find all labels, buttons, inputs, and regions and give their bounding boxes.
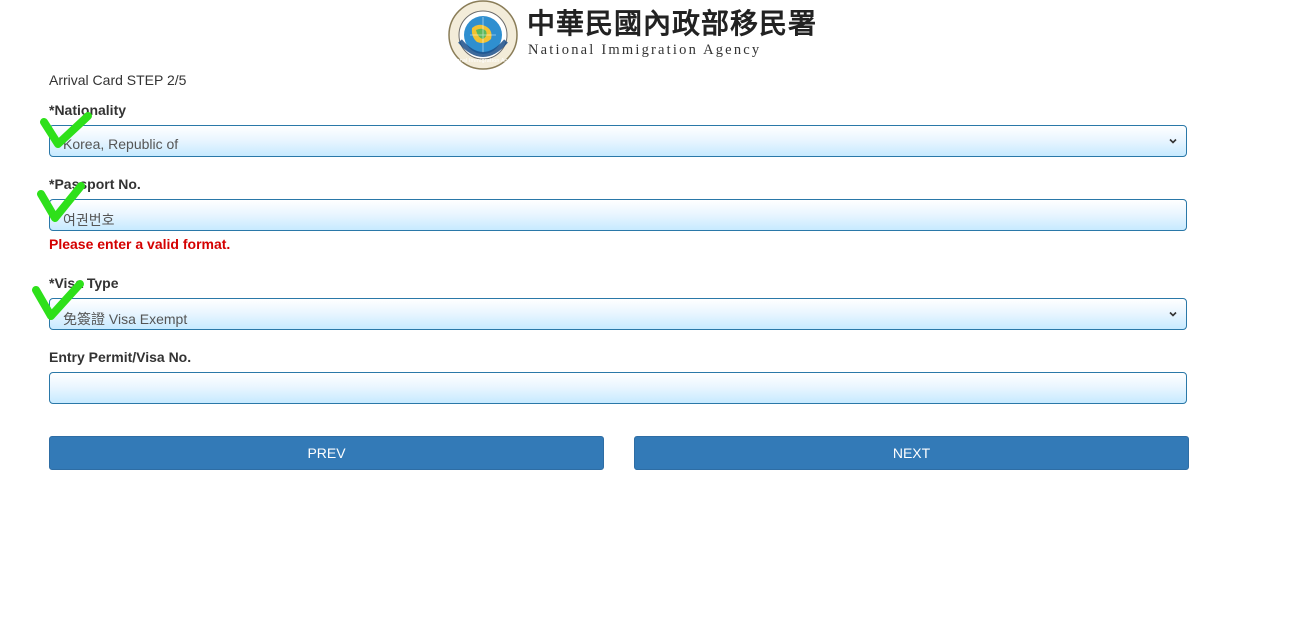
passport-error-message: Please enter a valid format. xyxy=(49,236,231,252)
site-header: National Immigration Agency 中華民國內政部移民署 N… xyxy=(446,0,816,72)
arrival-card-page: National Immigration Agency 中華民國內政部移民署 N… xyxy=(0,0,1289,617)
nationality-label: *Nationality xyxy=(49,102,127,118)
next-button[interactable]: NEXT xyxy=(634,436,1189,470)
agency-name-en: National Immigration Agency xyxy=(528,42,762,58)
prev-button[interactable]: PREV xyxy=(49,436,604,470)
visa-type-label: *Visa Type xyxy=(49,275,119,291)
step-title: Arrival Card STEP 2/5 xyxy=(49,72,187,88)
nationality-select[interactable]: Korea, Republic of xyxy=(49,125,1187,157)
entry-permit-input[interactable] xyxy=(49,372,1187,404)
chevron-down-icon xyxy=(1169,138,1177,144)
chevron-down-icon xyxy=(1169,311,1177,317)
passport-input[interactable]: 여권번호 xyxy=(49,199,1187,231)
visa-type-value: 免簽證 Visa Exempt xyxy=(63,311,188,327)
entry-permit-label: Entry Permit/Visa No. xyxy=(49,349,192,365)
agency-seal-icon: National Immigration Agency xyxy=(446,0,520,70)
visa-type-select[interactable]: 免簽證 Visa Exempt xyxy=(49,298,1187,330)
nationality-value: Korea, Republic of xyxy=(63,136,179,152)
passport-value: 여권번호 xyxy=(63,212,115,228)
agency-name-zh: 中華民國內政部移民署 xyxy=(527,7,818,40)
seal-text: National Immigration Agency xyxy=(446,58,519,64)
passport-label: *Passport No. xyxy=(49,176,141,192)
